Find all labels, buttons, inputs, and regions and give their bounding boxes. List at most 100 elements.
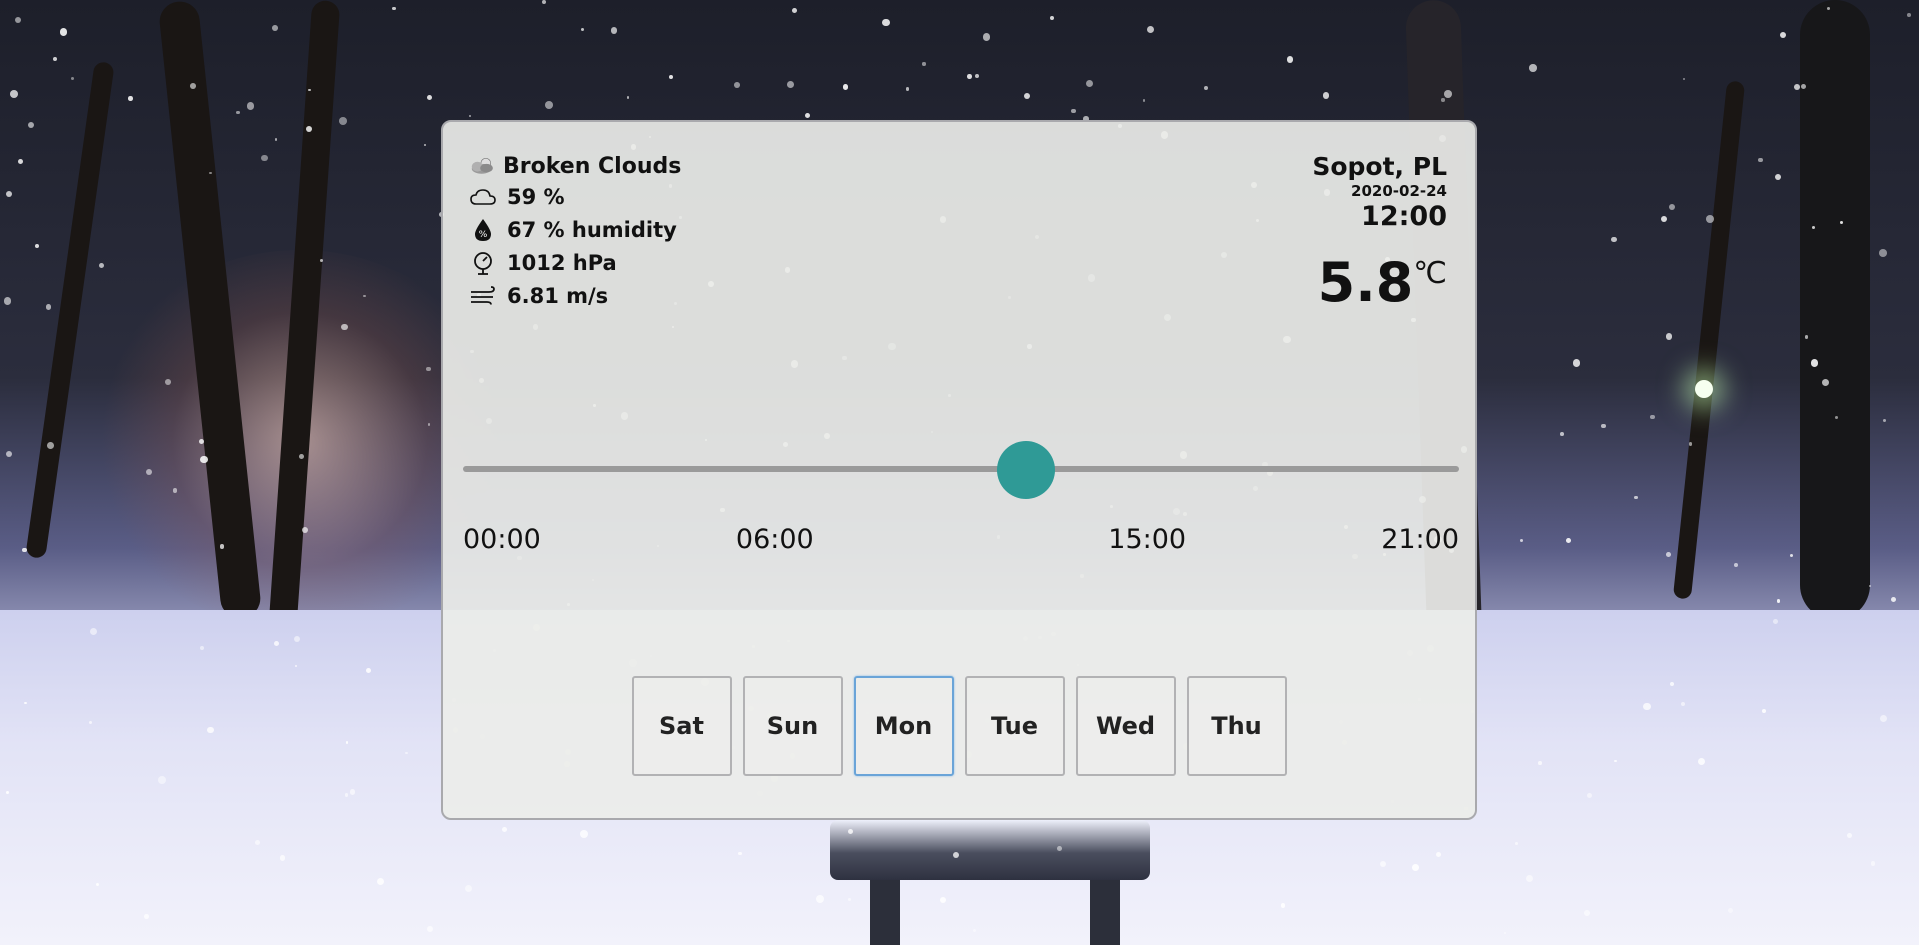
snowflake xyxy=(95,882,99,886)
day-button-wed[interactable]: Wed xyxy=(1075,676,1176,776)
temperature-unit: ℃ xyxy=(1413,256,1447,291)
condition-row: Broken Clouds xyxy=(469,152,681,180)
snowflake xyxy=(464,884,472,892)
snowflake xyxy=(339,116,348,125)
conditions-panel: Broken Clouds 59 % % 67 % humidity 1012 … xyxy=(469,152,681,312)
snowflake xyxy=(967,73,972,79)
snowflake xyxy=(1847,832,1852,838)
snowflake xyxy=(580,27,584,31)
snowflake xyxy=(392,6,397,11)
humidity-row: % 67 % humidity xyxy=(469,213,681,246)
snowflake xyxy=(1775,173,1782,180)
snowflake xyxy=(426,366,431,372)
forecast-time: 12:00 xyxy=(1361,201,1447,232)
wind-icon xyxy=(469,285,497,306)
snowflake xyxy=(1538,761,1542,765)
snowflake xyxy=(1870,860,1876,866)
snowflake xyxy=(5,791,9,795)
slider-track[interactable] xyxy=(463,466,1459,472)
snowflake xyxy=(1890,597,1897,603)
snowflake xyxy=(579,829,588,838)
snowflake xyxy=(1444,90,1452,98)
snowflake xyxy=(1085,79,1094,88)
snowflake xyxy=(319,259,323,262)
time-slider[interactable] xyxy=(463,440,1459,500)
snowflake xyxy=(545,101,554,110)
day-button-sun[interactable]: Sun xyxy=(742,676,843,776)
snowflake xyxy=(52,56,57,61)
day-button-thu[interactable]: Thu xyxy=(1186,676,1287,776)
condition-title: Broken Clouds xyxy=(503,153,682,179)
snowflake xyxy=(1733,563,1738,568)
snowflake xyxy=(1793,84,1800,90)
snowflake xyxy=(1868,585,1871,588)
snowflake xyxy=(27,122,35,129)
snowflake xyxy=(71,76,75,80)
snowflake xyxy=(1665,333,1672,340)
snowflake xyxy=(737,851,742,856)
snowflake xyxy=(1287,56,1294,63)
cloudiness-row: 59 % xyxy=(469,180,681,213)
time-tick-label: 15:00 xyxy=(1108,524,1187,555)
snowflake xyxy=(1147,26,1155,34)
snowflake xyxy=(1907,13,1912,18)
snowflake xyxy=(219,544,225,549)
snowflake xyxy=(299,453,304,459)
snowflake xyxy=(468,114,471,117)
snowflake xyxy=(787,80,794,88)
snowflake xyxy=(1529,64,1537,72)
snowflake xyxy=(46,441,54,449)
snowflake xyxy=(1520,538,1524,542)
snowflake xyxy=(1441,98,1445,102)
snowflake xyxy=(1758,157,1763,163)
snowflake xyxy=(1688,442,1693,446)
snowflake xyxy=(3,296,12,305)
snowflake xyxy=(365,667,372,673)
snowflake xyxy=(301,526,308,533)
snowflake xyxy=(22,547,27,553)
snowflake xyxy=(14,17,21,23)
wind-value: 6.81 m/s xyxy=(507,283,609,308)
slider-thumb[interactable] xyxy=(996,441,1055,499)
snowflake xyxy=(128,96,133,101)
snowflake xyxy=(1882,418,1886,422)
snowflake xyxy=(34,243,39,248)
pressure-value: 1012 hPa xyxy=(507,250,617,275)
snowflake xyxy=(340,323,348,331)
time-tick-label: 00:00 xyxy=(463,524,541,555)
snowflake xyxy=(344,793,349,798)
snowflake xyxy=(1049,15,1055,21)
snowflake xyxy=(426,95,433,101)
snowflake xyxy=(46,304,52,310)
humidity-value: 67 % humidity xyxy=(507,217,677,242)
cloud-icon xyxy=(469,187,497,207)
snowflake xyxy=(1204,86,1209,91)
snowflake xyxy=(17,158,23,164)
snowflake xyxy=(172,488,178,493)
snowflake xyxy=(1601,423,1607,429)
snowflake xyxy=(1804,335,1809,339)
snowflake xyxy=(1572,359,1581,367)
time-tick-label: 21:00 xyxy=(1381,524,1459,555)
city-name: Sopot, PL xyxy=(1312,152,1447,181)
snowflake xyxy=(1772,619,1778,625)
day-button-mon[interactable]: Mon xyxy=(853,676,954,776)
time-tick-label: 06:00 xyxy=(735,524,814,555)
snowflake xyxy=(1634,496,1638,500)
snowflake xyxy=(272,24,278,31)
snowflake xyxy=(922,62,926,66)
snowflake xyxy=(294,664,298,667)
snowflake xyxy=(1776,598,1781,603)
snowflake xyxy=(626,95,630,99)
snowflake xyxy=(792,7,797,13)
snowflake xyxy=(207,726,214,734)
day-button-sat[interactable]: Sat xyxy=(631,676,732,776)
snowflake xyxy=(274,138,278,141)
snowflake xyxy=(1880,714,1888,722)
snowflake xyxy=(1878,248,1887,257)
day-selector: Sat Sun Mon Tue Wed Thu xyxy=(443,676,1475,776)
location-panel: Sopot, PL 2020-02-24 12:00 5.8℃ xyxy=(1312,152,1447,324)
snowflake xyxy=(1666,552,1671,557)
snowflake xyxy=(1379,860,1386,868)
day-button-tue[interactable]: Tue xyxy=(964,676,1065,776)
